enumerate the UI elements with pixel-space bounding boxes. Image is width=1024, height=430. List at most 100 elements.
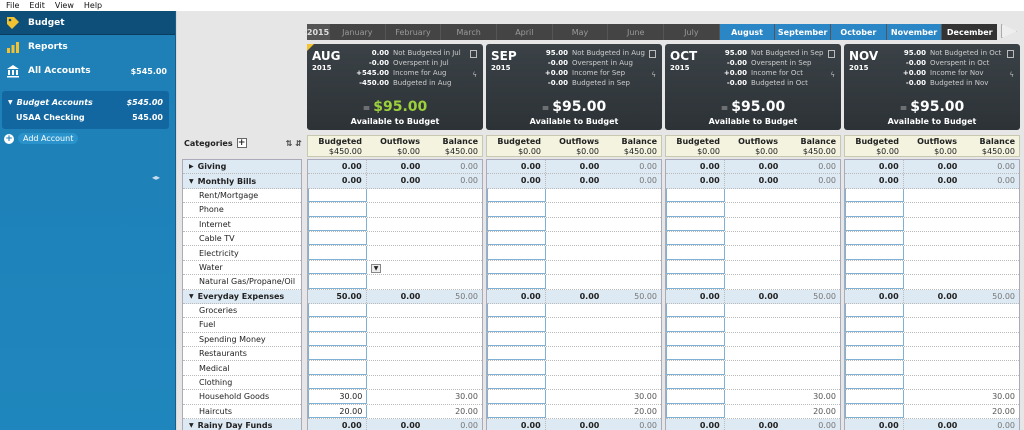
balance-cell[interactable]	[783, 361, 840, 374]
outflows-cell[interactable]	[725, 376, 782, 389]
budgeted-cell[interactable]	[845, 275, 905, 289]
budgeted-cell[interactable]	[308, 275, 368, 289]
outflows-cell[interactable]	[904, 376, 961, 389]
note-icon[interactable]	[1007, 50, 1014, 58]
outflows-cell[interactable]	[367, 189, 424, 202]
lightning-icon[interactable]: ϟ	[651, 71, 656, 79]
balance-cell[interactable]	[604, 232, 661, 245]
budgeted-cell[interactable]: 20.00	[308, 404, 368, 419]
outflows-cell[interactable]: 0.00	[725, 419, 783, 430]
balance-cell[interactable]: 0.00	[603, 160, 661, 173]
balance-cell[interactable]	[783, 232, 840, 245]
budgeted-cell[interactable]: 0.00	[308, 174, 367, 188]
balance-cell[interactable]: 0.00	[424, 419, 482, 430]
sidebar-item-reports[interactable]: Reports	[0, 35, 175, 59]
outflows-cell[interactable]	[367, 232, 424, 245]
balance-cell[interactable]	[962, 232, 1019, 245]
category-group-row[interactable]: ▼ Monthly Bills	[183, 174, 301, 189]
balance-cell[interactable]: 20.00	[425, 405, 482, 418]
balance-cell[interactable]: 50.00	[961, 290, 1019, 303]
category-row[interactable]: Natural Gas/Propane/Oil	[183, 275, 301, 290]
outflows-cell[interactable]	[725, 304, 782, 317]
budgeted-cell[interactable]	[487, 347, 547, 361]
budgeted-cell[interactable]	[845, 332, 905, 347]
outflows-cell[interactable]	[546, 189, 603, 202]
category-row[interactable]: Groceries	[183, 304, 301, 319]
balance-cell[interactable]	[783, 261, 840, 274]
outflows-cell[interactable]	[546, 405, 603, 418]
budgeted-cell[interactable]: 0.00	[845, 289, 904, 303]
budgeted-cell[interactable]	[845, 217, 905, 231]
outflows-cell[interactable]	[367, 347, 424, 360]
balance-cell[interactable]	[962, 318, 1019, 331]
outflows-cell[interactable]	[904, 189, 961, 202]
outflows-cell[interactable]	[546, 376, 603, 389]
balance-cell[interactable]	[425, 203, 482, 216]
balance-cell[interactable]	[783, 333, 840, 346]
outflows-cell[interactable]: 0.00	[904, 174, 962, 187]
balance-cell[interactable]	[604, 376, 661, 389]
budgeted-cell[interactable]: 0.00	[666, 160, 725, 174]
outflows-cell[interactable]: 0.00	[367, 290, 425, 303]
balance-cell[interactable]	[425, 218, 482, 231]
balance-cell[interactable]: 0.00	[424, 174, 482, 187]
balance-cell[interactable]	[425, 347, 482, 360]
balance-cell[interactable]: 50.00	[603, 290, 661, 303]
budgeted-cell[interactable]	[487, 231, 547, 246]
budgeted-cell[interactable]	[487, 390, 547, 404]
balance-cell[interactable]	[604, 203, 661, 216]
balance-cell[interactable]	[425, 304, 482, 317]
budgeted-cell[interactable]	[845, 318, 905, 332]
outflows-cell[interactable]	[725, 333, 782, 346]
outflows-cell[interactable]	[904, 275, 961, 288]
budgeted-cell[interactable]: 0.00	[487, 419, 546, 430]
outflows-cell[interactable]	[904, 347, 961, 360]
outflows-cell[interactable]	[904, 333, 961, 346]
balance-cell[interactable]: 0.00	[961, 174, 1019, 187]
balance-cell[interactable]: 50.00	[782, 290, 840, 303]
lightning-icon[interactable]: ϟ	[1009, 71, 1014, 79]
budgeted-cell[interactable]: 0.00	[487, 174, 546, 188]
month-tab[interactable]: October	[830, 24, 886, 40]
outflows-cell[interactable]	[904, 246, 961, 259]
balance-cell[interactable]	[783, 376, 840, 389]
collapse-sidebar-icon[interactable]: ◂▸	[152, 173, 160, 182]
budgeted-cell[interactable]	[308, 318, 368, 332]
balance-cell[interactable]: 0.00	[782, 174, 840, 187]
budgeted-cell[interactable]	[845, 231, 905, 246]
budgeted-cell[interactable]	[666, 361, 726, 375]
budgeted-cell[interactable]	[487, 303, 547, 318]
category-group-row[interactable]: ▼ Everyday Expenses	[183, 289, 301, 304]
balance-cell[interactable]	[604, 333, 661, 346]
lightning-icon[interactable]: ϟ	[830, 71, 835, 79]
balance-cell[interactable]	[962, 304, 1019, 317]
budgeted-cell[interactable]	[845, 390, 905, 404]
budgeted-cell[interactable]	[487, 404, 547, 419]
budgeted-cell[interactable]: 0.00	[845, 160, 904, 174]
outflows-cell[interactable]	[904, 203, 961, 216]
budgeted-cell[interactable]: 0.00	[666, 289, 725, 303]
outflows-cell[interactable]	[725, 218, 782, 231]
balance-cell[interactable]	[604, 218, 661, 231]
note-icon[interactable]	[828, 50, 835, 58]
balance-cell[interactable]	[962, 246, 1019, 259]
outflows-cell[interactable]	[546, 203, 603, 216]
balance-cell[interactable]	[425, 261, 482, 274]
outflows-cell[interactable]	[367, 203, 424, 216]
outflows-cell[interactable]	[546, 390, 603, 403]
balance-cell[interactable]	[425, 232, 482, 245]
budgeted-cell[interactable]	[666, 404, 726, 419]
balance-cell[interactable]: 0.00	[603, 419, 661, 430]
category-row[interactable]: Electricity	[183, 246, 301, 261]
collapse-triangle-icon[interactable]: ▼	[189, 178, 194, 185]
category-row[interactable]: Internet	[183, 218, 301, 232]
balance-cell[interactable]	[604, 189, 661, 202]
outflows-cell[interactable]: 0.00	[546, 290, 604, 303]
next-month-arrow-icon[interactable]	[1001, 24, 1017, 39]
outflows-cell[interactable]: 0.00	[904, 160, 962, 173]
outflows-cell[interactable]	[904, 232, 961, 245]
budgeted-cell[interactable]	[666, 203, 726, 217]
month-tab[interactable]: November	[885, 24, 942, 40]
budgeted-cell[interactable]	[308, 332, 368, 347]
outflows-cell[interactable]	[367, 246, 424, 259]
